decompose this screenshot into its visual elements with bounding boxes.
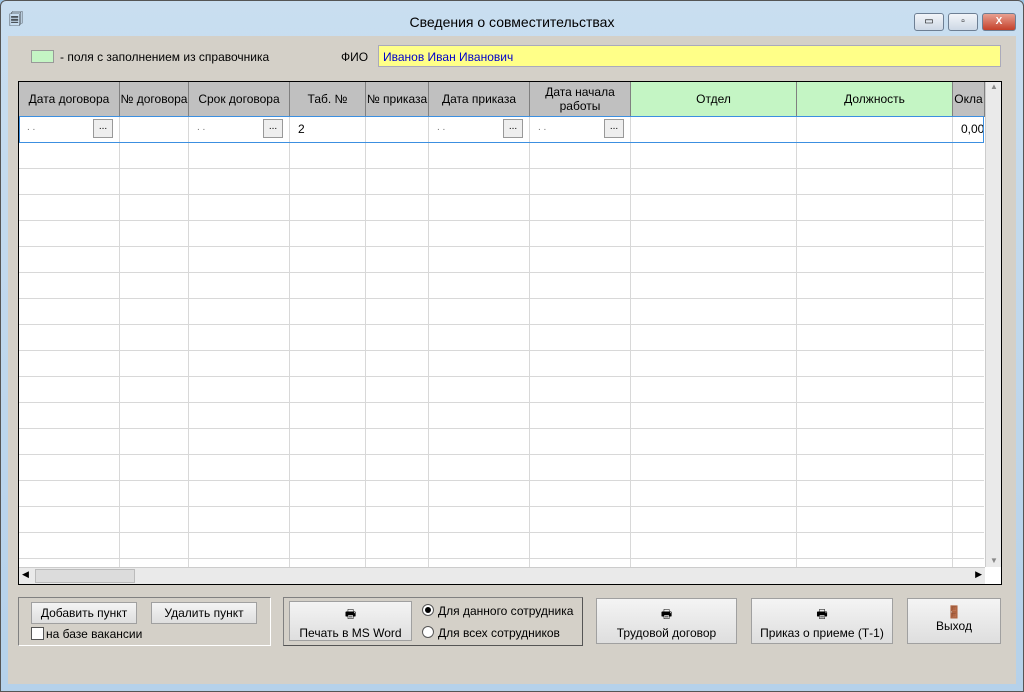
grid-line [19, 168, 984, 169]
close-button[interactable]: X [982, 13, 1016, 31]
column-header[interactable]: Должность [797, 82, 953, 117]
column-header[interactable]: Отдел [631, 82, 797, 117]
data-grid: Дата договора № договора Срок договора Таб.… [18, 81, 1002, 585]
ellipsis-button[interactable]: ... [604, 119, 624, 138]
printer-icon: 🖶 [344, 607, 357, 621]
grid-line [19, 272, 984, 273]
grid-line [19, 220, 984, 221]
legend-swatch [31, 50, 54, 63]
grid-line [365, 117, 366, 567]
delete-item-button[interactable]: Удалить пункт [151, 602, 257, 624]
column-header[interactable]: Дата договора [19, 82, 120, 117]
grid-line [19, 506, 984, 507]
grid-line [19, 324, 984, 325]
grid-line [19, 402, 984, 403]
grid-line [952, 117, 953, 567]
exit-door-icon: 🚪 [946, 605, 962, 619]
grid-line [630, 117, 631, 567]
grid-line [188, 117, 189, 567]
print-word-button[interactable]: 🖶 Печать в MS Word [289, 601, 412, 641]
grid-line [289, 117, 290, 567]
grid-line [19, 350, 984, 351]
order-button[interactable]: 🖶 Приказ о приеме (Т-1) [751, 598, 893, 644]
cell-date_contract[interactable]: . . [27, 122, 35, 133]
fio-field[interactable]: Иванов Иван Иванович [378, 45, 1001, 67]
cell-term[interactable]: . . [197, 122, 205, 133]
ellipsis-button[interactable]: ... [263, 119, 283, 138]
cell-tab_no[interactable]: 2 [298, 122, 305, 136]
legend-text: - поля с заполнением из справочника [60, 50, 270, 64]
exit-button[interactable]: 🚪 Выход [907, 598, 1001, 644]
maximize-button[interactable]: ▫ [948, 13, 978, 31]
vacancy-label: на базе вакансии [46, 627, 143, 641]
print-word-label: Печать в MS Word [299, 626, 402, 640]
scroll-up-icon[interactable]: ▲ [986, 82, 1001, 91]
grid-line [796, 117, 797, 567]
scroll-left-icon[interactable]: ◀ [22, 569, 29, 580]
row-selection [19, 116, 984, 143]
scroll-down-icon[interactable]: ▼ [986, 556, 1001, 565]
order-label: Приказ о приеме (Т-1) [760, 626, 884, 640]
grid-line [19, 376, 984, 377]
column-header[interactable]: № приказа [366, 82, 429, 117]
vertical-scrollbar[interactable]: ▲ ▼ [985, 82, 1001, 567]
radio-this-label: Для данного сотрудника [438, 604, 574, 618]
grid-line [19, 142, 984, 143]
vacancy-checkbox[interactable] [31, 627, 44, 640]
column-header[interactable]: Дата приказа [429, 82, 530, 117]
grid-line [119, 117, 120, 567]
printer-icon: 🖶 [660, 607, 673, 621]
grid-line [428, 117, 429, 567]
contract-button[interactable]: 🖶 Трудовой договор [596, 598, 737, 644]
horizontal-scrollbar[interactable]: ◀ ▶ [19, 567, 985, 584]
scroll-right-icon[interactable]: ▶ [975, 569, 982, 580]
radio-this-employee[interactable] [422, 604, 434, 616]
minimize-button[interactable]: ▭ [914, 13, 944, 31]
grid-line [19, 558, 984, 559]
column-header[interactable]: Дата начала работы [530, 82, 631, 117]
cell-start_date[interactable]: . . [538, 122, 546, 133]
ellipsis-button[interactable]: ... [503, 119, 523, 138]
radio-all-label: Для всех сотрудников [438, 626, 560, 640]
scroll-thumb[interactable] [35, 569, 135, 583]
column-header[interactable]: Срок договора [189, 82, 290, 117]
contract-label: Трудовой договор [616, 626, 717, 640]
grid-line [19, 298, 984, 299]
radio-all-employees[interactable] [422, 626, 434, 638]
grid-line [19, 454, 984, 455]
grid-line [19, 428, 984, 429]
grid-line [19, 246, 984, 247]
column-header[interactable]: № договора [120, 82, 189, 117]
window-title: Сведения о совместительствах [409, 14, 615, 30]
grid-line [19, 480, 984, 481]
cell-order_date[interactable]: . . [437, 122, 445, 133]
ellipsis-button[interactable]: ... [93, 119, 113, 138]
column-header[interactable]: Окла [953, 82, 985, 117]
add-item-button[interactable]: Добавить пункт [31, 602, 137, 624]
exit-label: Выход [936, 619, 972, 633]
grid-line [19, 532, 984, 533]
column-header[interactable]: Таб. № [290, 82, 366, 117]
cell-salary[interactable]: 0,00 [961, 122, 984, 136]
grid-line [19, 194, 984, 195]
grid-line [529, 117, 530, 567]
fio-label: ФИО [341, 50, 369, 64]
printer-icon: 🖶 [816, 607, 828, 621]
